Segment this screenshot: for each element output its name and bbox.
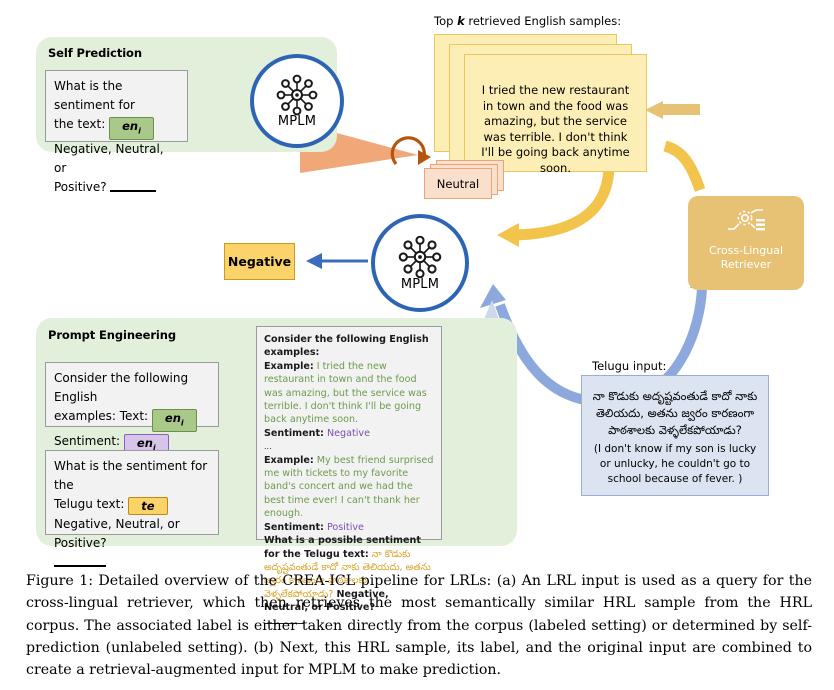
self-prompt-line1: What is the sentiment for (54, 79, 135, 112)
cp-example1-label: Example: (264, 360, 314, 372)
cp-sentiment2-value: Positive (326, 521, 364, 533)
pseudolabel-text: Neutral (436, 176, 480, 191)
arrow-retriever-to-corpus (663, 140, 706, 192)
pe-a-line1: Consider the following English (54, 371, 189, 404)
figure-caption: Figure 1: Detailed overview of the CREA-… (26, 573, 812, 679)
telugu-native-text: నా కొడుకు అదృష్టవంతుడే కాదో నాకు తెలియదు… (592, 389, 758, 437)
prediction-label: Negative (227, 254, 292, 269)
mplm-top-label: MPLM (277, 113, 317, 129)
figure-diagram: Self Prediction What is the sentiment fo… (0, 0, 834, 624)
cp-sentiment1-value: Negative (326, 427, 371, 439)
mplm-main-label: MPLM (400, 276, 440, 292)
self-prediction-title: Self Prediction (48, 46, 142, 60)
self-prompt-line4: Positive? (54, 180, 107, 195)
mplm-top: MPLM (250, 54, 344, 148)
retriever-line2: Retriever (720, 258, 772, 271)
sample-card-front: I tried the new restaurant in town and t… (464, 54, 647, 175)
self-prompt-line2: the text: (54, 117, 106, 131)
retrieved-heading-prefix: Top (434, 14, 458, 28)
telugu-input-box: నా కొడుకు అదృష్టవంతుడే కాదో నాకు తెలియదు… (581, 375, 769, 496)
pe-a-line3: Sentiment: (54, 434, 121, 449)
arrow-samples-to-mplm-head (497, 223, 519, 247)
cross-lingual-retriever: Cross-Lingual Retriever (688, 196, 804, 290)
telugu-gloss-text: (I don't know if my son is lucky or unlu… (593, 443, 757, 485)
neural-network-icon (398, 235, 442, 278)
retrieved-heading-k: k (457, 14, 465, 28)
arrow-mplm-to-prediction-head (306, 253, 322, 269)
badge-en-self: eni (109, 117, 154, 141)
prediction-chip: Negative (224, 243, 295, 280)
cp-sentiment2-label: Sentiment: (264, 521, 324, 533)
self-prediction-prompt-box: What is the sentiment for the text: eni … (45, 70, 188, 194)
prompt-template-telugu-box: What is the sentiment for the Telugu tex… (45, 450, 219, 567)
pe-b-blank (54, 556, 106, 567)
pe-b-line1: What is the sentiment for the (54, 459, 208, 492)
cp-header: Consider the following English examples: (264, 334, 429, 359)
neural-network-icon (276, 74, 318, 115)
telugu-input-caption: Telugu input: (592, 359, 667, 373)
badge-en-text: eni (151, 409, 197, 433)
arrow-corpus-to-samples-tail (660, 104, 700, 115)
retriever-label: Cross-Lingual Retriever (709, 244, 783, 272)
cp-ellipsis: ... (264, 442, 272, 452)
retrieved-heading-suffix: retrieved English samples: (464, 14, 622, 28)
cp-example2-label: Example: (264, 454, 314, 466)
cp-sentiment1-label: Sentiment: (264, 427, 324, 439)
gear-network-icon (728, 209, 765, 231)
retrieved-heading: Top k retrieved English samples: (434, 14, 621, 28)
pe-a-line2: examples: Text: (54, 409, 149, 423)
mplm-main: MPLM (371, 214, 469, 312)
composed-prompt-box: Consider the following English examples:… (256, 326, 442, 624)
self-prompt-blank (110, 181, 157, 193)
badge-te: te (128, 497, 168, 515)
pe-b-line2: Telugu text: (54, 497, 125, 511)
prompt-template-english-box: Consider the following English examples:… (45, 362, 219, 458)
prompt-engineering-title: Prompt Engineering (48, 328, 176, 342)
retriever-line1: Cross-Lingual (708, 244, 784, 257)
pseudolabel-card-front: Neutral (424, 168, 492, 199)
